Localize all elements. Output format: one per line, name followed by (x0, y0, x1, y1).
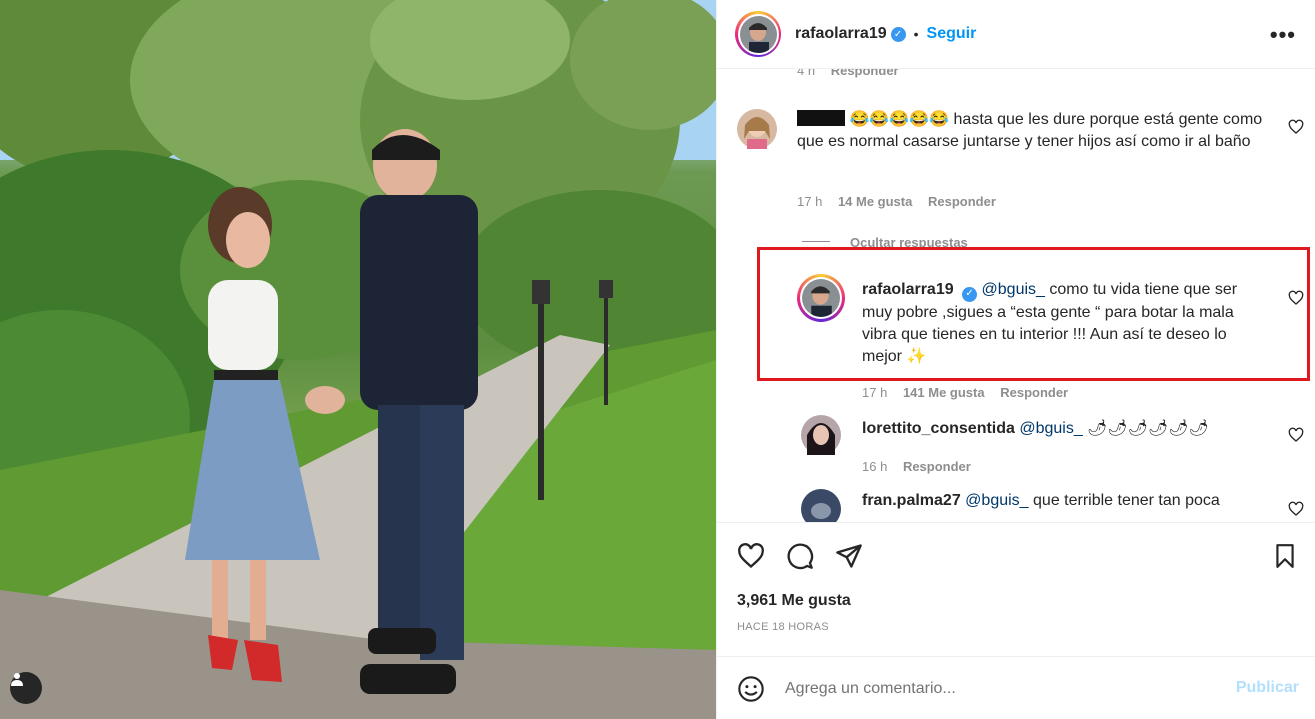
separator-dot: • (913, 26, 919, 42)
profile-avatar-ring[interactable] (735, 11, 781, 57)
hide-replies-line (802, 241, 830, 242)
like-comment-icon[interactable] (1288, 119, 1304, 135)
avatar (739, 15, 777, 53)
comment-time: 17 h (862, 385, 888, 400)
verified-badge-icon: ✓ (890, 26, 906, 42)
like-comment-icon[interactable] (1288, 501, 1304, 517)
publish-button[interactable]: Publicar (1236, 679, 1299, 697)
avatar (802, 279, 840, 317)
reply-username[interactable]: fran.palma27 (862, 492, 961, 509)
reply-text: que terrible tener tan poca (1033, 492, 1220, 509)
comment-meta: 17 h 14 Me gusta Responder (797, 194, 996, 209)
reply-text: 🌶🌶🌶🌶🌶🌶 (1087, 420, 1210, 437)
reply-body: lorettito_consentida @bguis_ 🌶🌶🌶🌶🌶🌶 (862, 418, 1262, 440)
tagged-users-button[interactable] (10, 672, 42, 704)
redacted-username (797, 110, 845, 126)
reply-avatar-ring[interactable] (797, 274, 845, 322)
save-bookmark-icon[interactable] (1272, 542, 1298, 570)
reply-body: rafaolarra19 ✓ @bguis_ como tu vida tien… (862, 279, 1262, 368)
post-author-username[interactable]: rafaolarra19 (795, 25, 887, 43)
mention-link[interactable]: @bguis_ (965, 492, 1028, 509)
reply-button[interactable]: Responder (903, 459, 971, 474)
like-heart-icon[interactable] (737, 542, 765, 570)
comment-time: 16 h (862, 459, 888, 474)
share-send-icon[interactable] (835, 542, 863, 570)
comment-input[interactable] (785, 677, 1225, 701)
post-header: rafaolarra19 ✓ • Seguir ••• (717, 0, 1315, 69)
reply-body: fran.palma27 @bguis_ que terrible tener … (862, 490, 1262, 522)
comment-likes[interactable]: 141 Me gusta (903, 385, 985, 400)
mention-link[interactable]: @bguis_ (982, 281, 1045, 298)
reply-button[interactable]: Responder (928, 194, 996, 209)
comment-emojis: 😂😂😂😂😂 (849, 111, 950, 128)
post-side-panel: rafaolarra19 ✓ • Seguir ••• 4 h Responde… (716, 0, 1315, 719)
post-like-count[interactable]: 3,961 Me gusta (737, 592, 851, 610)
comment-time: 17 h (797, 194, 823, 209)
like-comment-icon[interactable] (1288, 427, 1304, 443)
reply-button[interactable]: Responder (831, 69, 899, 78)
post-timestamp: HACE 18 HORAS (737, 621, 829, 633)
emoji-icon[interactable] (737, 675, 765, 703)
comment-avatar[interactable] (737, 109, 777, 149)
comment-bubble-icon[interactable] (786, 542, 814, 570)
comment-likes[interactable]: 14 Me gusta (838, 194, 912, 209)
reply-avatar[interactable] (801, 415, 841, 455)
comments-list[interactable]: 4 h Responder 😂😂😂😂😂 hasta que les dure p… (717, 69, 1315, 523)
like-comment-icon[interactable] (1288, 290, 1304, 306)
reply-button[interactable]: Responder (1000, 385, 1068, 400)
more-options-icon[interactable]: ••• (1270, 22, 1296, 48)
user-icon (11, 673, 23, 686)
reply-meta: 16 h Responder (862, 459, 971, 474)
reply-username[interactable]: rafaolarra19 (862, 281, 954, 298)
comment-time: 4 h (797, 69, 816, 78)
reply-username[interactable]: lorettito_consentida (862, 420, 1015, 437)
follow-button[interactable]: Seguir (927, 25, 977, 43)
comment-composer: Publicar (717, 656, 1315, 719)
comment-body: 😂😂😂😂😂 hasta que les dure porque está gen… (797, 109, 1267, 153)
photo-scene (0, 0, 716, 719)
post-actions: 3,961 Me gusta HACE 18 HORAS (717, 524, 1315, 654)
verified-badge-icon: ✓ (962, 286, 978, 302)
post-photo[interactable] (0, 0, 716, 719)
reply-avatar[interactable] (801, 489, 841, 523)
mention-link[interactable]: @bguis_ (1019, 420, 1082, 437)
comment-meta-partial: 4 h Responder (797, 69, 899, 78)
reply-meta: 17 h 141 Me gusta Responder (862, 385, 1068, 400)
